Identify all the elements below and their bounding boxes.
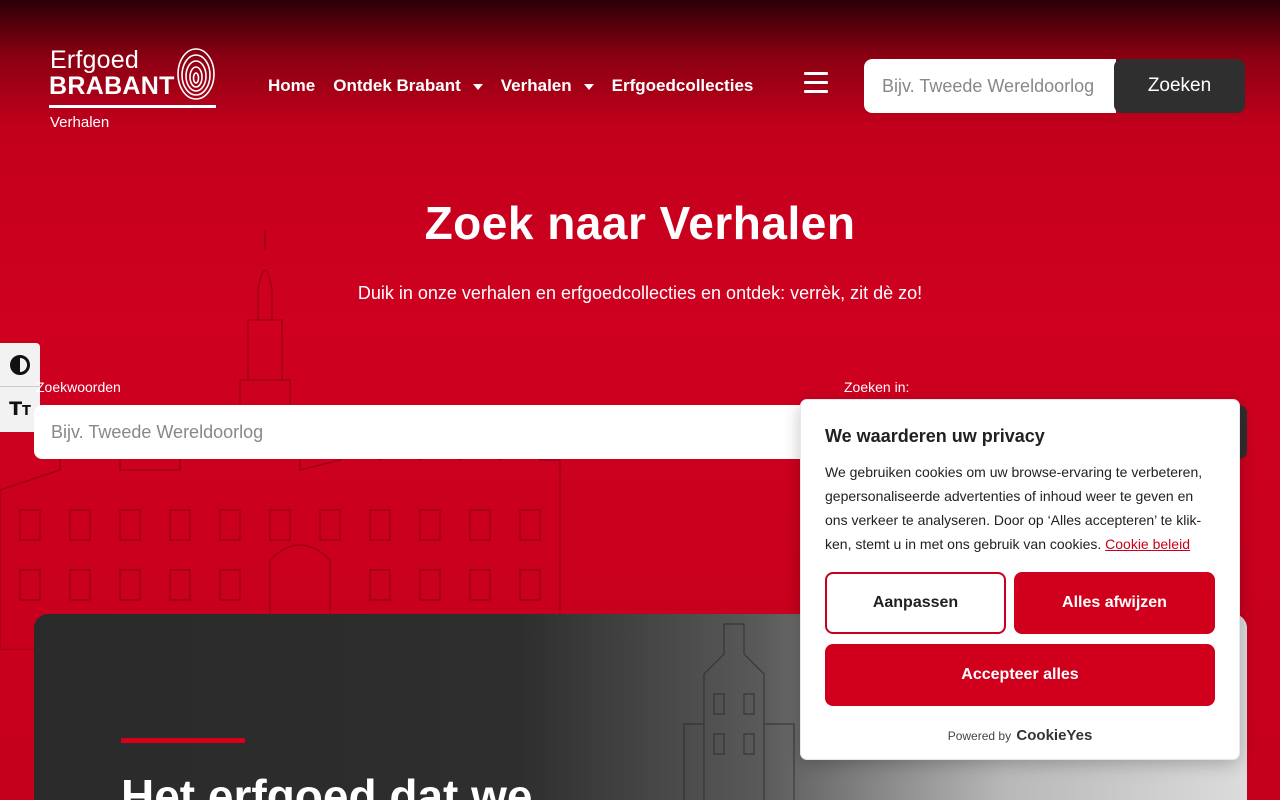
feature-heading: Het erfgoed dat we — [121, 770, 533, 800]
nav-item-verhalen[interactable]: Verhalen — [501, 76, 594, 96]
cookie-description: We gebruiken cookies om uw browse-ervari… — [825, 460, 1217, 556]
logo-rule — [49, 105, 216, 108]
nav-item-home[interactable]: Home — [268, 76, 315, 96]
nav-item-label: Erfgoedcollecties — [611, 76, 754, 95]
logo-line-verhalen: Verhalen — [50, 114, 110, 131]
nav-item-label: Verhalen — [500, 76, 572, 95]
logo-line-brabant: BRABANT — [49, 72, 175, 100]
nav-item-label: Ontdek Brabant — [333, 76, 461, 95]
header-search-button[interactable]: Zoeken — [1114, 59, 1245, 113]
cookie-powered-by: Powered by CookieYes — [801, 727, 1239, 744]
main-navigation: Home Ontdek Brabant Verhalen Erfgoedcoll… — [268, 76, 753, 96]
logo-line-erfgoed: Erfgoed — [50, 46, 139, 74]
caret-down-icon — [583, 84, 594, 90]
contrast-icon — [10, 354, 30, 375]
keywords-label: Zoekwoorden — [36, 379, 121, 395]
cookie-consent-banner: We waarderen uw privacy We gebruiken coo… — [801, 400, 1239, 759]
cookie-policy-link[interactable]: Cookie beleid — [1105, 536, 1190, 552]
caret-down-icon — [472, 84, 483, 90]
text-size-icon: TT — [9, 398, 31, 420]
tower-sketch-illustration — [683, 623, 795, 800]
cookie-customize-button[interactable]: Aanpassen — [825, 572, 1006, 634]
heading-accent-bar — [121, 738, 245, 743]
keywords-input[interactable] — [34, 405, 844, 459]
header-search-input[interactable] — [864, 59, 1116, 113]
toggle-contrast-button[interactable] — [0, 343, 40, 387]
erfgoed-brabant-logo[interactable]: Erfgoed BRABANT Verhalen — [48, 44, 218, 134]
search-scope-label: Zoeken in: — [844, 379, 910, 395]
nav-item-ontdek-brabant[interactable]: Ontdek Brabant — [333, 76, 483, 96]
powered-by-text: Powered by — [947, 729, 1012, 743]
cookieyes-logo[interactable]: CookieYes — [1016, 727, 1092, 744]
cookie-title: We waarderen uw privacy — [825, 426, 1045, 446]
nav-item-erfgoedcollecties[interactable]: Erfgoedcollecties — [612, 76, 754, 96]
page-subtitle: Duik in onze verhalen en erfgoedcollecti… — [357, 283, 923, 303]
header-search: Zoeken — [864, 59, 1247, 113]
cookie-reject-all-button[interactable]: Alles afwijzen — [1014, 572, 1215, 634]
fingerprint-icon — [177, 48, 215, 100]
cookie-accept-all-button[interactable]: Accepteer alles — [825, 644, 1215, 706]
page-title: Zoek naar Verhalen — [424, 197, 856, 249]
hamburger-icon[interactable] — [804, 72, 828, 94]
nav-item-label: Home — [268, 76, 316, 95]
